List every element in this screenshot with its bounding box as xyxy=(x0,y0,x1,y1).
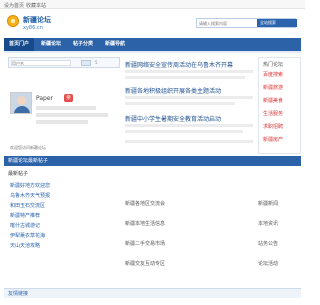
list-item[interactable]: 新疆特产推荐 xyxy=(10,212,40,219)
list-item[interactable]: 新疆新闻 xyxy=(258,200,278,207)
logo-name: 新疆论坛 xyxy=(23,16,51,24)
logo-domain: xy86.cn xyxy=(23,25,43,31)
list-item[interactable]: 新疆好地方欢迎您 xyxy=(10,182,50,189)
profile-badge: 亲 xyxy=(64,94,73,102)
list-item[interactable]: 新疆本地生活信息 xyxy=(125,220,165,227)
sidebar-item[interactable]: 新疆旅游 xyxy=(263,84,283,91)
list-item[interactable]: 新疆各地区交流会 xyxy=(125,200,165,207)
avatar[interactable] xyxy=(10,92,32,114)
search-scope-select[interactable]: 全站搜索 xyxy=(257,19,297,27)
nav-item-forum[interactable]: 新疆论坛 xyxy=(36,38,66,51)
login-button[interactable] xyxy=(81,60,91,66)
friend-links-title: 友情链接 xyxy=(4,288,301,298)
headline-1[interactable]: 新疆网络安全宣传周活动在乌鲁木齐开幕 xyxy=(125,60,233,69)
section-title: 新疆论坛最新帖子 xyxy=(4,156,301,166)
latest-posts-list: 最新帖子 新疆好地方欢迎您 乌鲁木齐天气预报 和田玉石交流区 新疆特产推荐 喀什… xyxy=(8,170,118,280)
list-item[interactable]: 乌鲁木齐天气预报 xyxy=(10,192,50,199)
sidebar-item[interactable]: 百度搜索 xyxy=(263,71,283,78)
online-count: 5 xyxy=(95,60,98,65)
search-box: 全站搜索 xyxy=(196,18,297,28)
headline-summary-line xyxy=(125,96,253,99)
right-post-list: 新疆新闻 本地资讯 站务公告 论坛活动 xyxy=(258,200,301,280)
user-profile-card: Paper 亲 xyxy=(8,86,120,136)
sidebar-hot-forums: 热门论坛 百度搜索 新疆旅游 新疆美食 生活服务 求职招聘 新疆房产 xyxy=(258,57,301,154)
login-bar: 5 xyxy=(8,57,120,68)
headline-summary-line xyxy=(125,102,235,105)
list-label: 最新帖子 xyxy=(8,171,29,177)
list-item[interactable]: 新疆交友互动专区 xyxy=(125,260,165,267)
nav-item-portal[interactable]: 首页门户 xyxy=(4,38,34,51)
sidebar-heading: 热门论坛 xyxy=(263,62,284,68)
headline-summary-line xyxy=(125,124,253,127)
headline-summary-line xyxy=(125,130,243,133)
list-item[interactable]: 和田玉石交流区 xyxy=(10,202,45,209)
profile-info-line xyxy=(36,113,108,117)
list-item[interactable]: 新疆二手交易市场 xyxy=(125,240,165,247)
search-input[interactable] xyxy=(197,19,257,27)
middle-post-list: 新疆各地区交流会 新疆本地生活信息 新疆二手交易市场 新疆交友互动专区 xyxy=(125,200,253,280)
list-item[interactable]: 论坛活动 xyxy=(258,260,278,267)
sun-logo-icon xyxy=(7,15,19,27)
main-nav: 首页门户 新疆论坛 帖子分类 新疆导航 xyxy=(4,38,301,51)
nav-item-guide[interactable]: 新疆导航 xyxy=(100,38,130,51)
sidebar-item[interactable]: 新疆美食 xyxy=(263,97,283,104)
headline-summary-line xyxy=(125,140,253,143)
list-item[interactable]: 喀什古城游记 xyxy=(10,222,40,229)
headline-2[interactable]: 新疆各地积极组织开展各类主题活动 xyxy=(125,86,221,95)
site-logo[interactable]: 新疆论坛 xy86.cn xyxy=(6,12,66,34)
profile-info-line xyxy=(36,120,88,124)
headline-summary-line xyxy=(125,70,253,73)
list-item[interactable]: 伊犁薰衣草花海 xyxy=(10,232,45,239)
list-item[interactable]: 天山天池攻略 xyxy=(10,242,40,249)
list-item[interactable]: 本地资讯 xyxy=(258,220,278,227)
sidebar-item[interactable]: 新疆房产 xyxy=(263,136,283,143)
sidebar-item[interactable]: 求职招聘 xyxy=(263,123,283,130)
headline-summary-line xyxy=(125,76,245,79)
sidebar-item[interactable]: 生活服务 xyxy=(263,110,283,117)
profile-name[interactable]: Paper xyxy=(36,95,53,102)
headline-3[interactable]: 新疆中小学生暑期安全教育活动启动 xyxy=(125,114,221,123)
profile-welcome-link[interactable]: 欢迎您访问新疆论坛 xyxy=(8,144,120,152)
profile-info-line xyxy=(36,106,96,110)
list-item[interactable]: 站务公告 xyxy=(258,240,278,247)
top-bar: 设为首页 收藏本站 xyxy=(0,0,305,9)
nav-underline xyxy=(4,51,301,53)
nav-item-categories[interactable]: 帖子分类 xyxy=(68,38,98,51)
set-homepage-link[interactable]: 设为首页 xyxy=(4,2,24,9)
username-input[interactable] xyxy=(11,60,71,66)
bookmark-site-link[interactable]: 收藏本站 xyxy=(26,2,46,9)
